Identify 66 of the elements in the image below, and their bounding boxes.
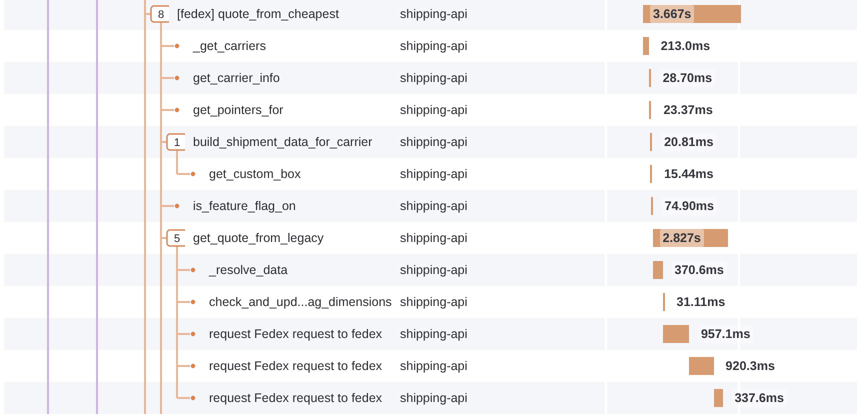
span-name[interactable]: [fedex] quote_from_cheapest	[177, 4, 339, 24]
leaf-dot-icon	[190, 172, 196, 176]
service-name: shipping-api	[400, 166, 468, 181]
duration-label: 337.6ms	[732, 389, 787, 407]
duration-bar	[643, 37, 649, 55]
service-name: shipping-api	[400, 294, 468, 309]
tree-lines-drawing	[144, 62, 174, 94]
span-name[interactable]: request Fedex request to fedex	[209, 324, 382, 344]
span-name[interactable]: build_shipment_data_for_carrier	[193, 132, 372, 152]
duration-label: 74.90ms	[662, 197, 717, 215]
leaf-dot-icon	[174, 76, 180, 80]
duration-bar	[663, 325, 689, 343]
leaf-dot-icon	[174, 108, 180, 112]
span-name[interactable]: get_carrier_info	[193, 68, 280, 88]
duration-bar	[662, 293, 665, 311]
leaf-dot-icon	[174, 204, 180, 208]
span-name[interactable]: is_feature_flag_on	[193, 196, 296, 216]
span-name[interactable]: _get_carriers	[193, 36, 266, 56]
duration-bar	[688, 357, 714, 375]
duration-bar	[650, 165, 652, 183]
service-name: shipping-api	[400, 326, 468, 341]
child-count-badge[interactable]: 5	[166, 229, 185, 247]
leaf-dot-icon	[190, 300, 196, 304]
service-name: shipping-api	[400, 358, 468, 373]
tree-lines-drawing	[144, 126, 178, 158]
service-name: shipping-api	[400, 198, 468, 213]
duration-bar	[648, 69, 651, 87]
span-name[interactable]: get_custom_box	[209, 164, 301, 184]
tree-lines-drawing	[144, 350, 190, 382]
tree-lines-drawing	[144, 382, 190, 414]
service-name: shipping-api	[400, 262, 468, 277]
duration-bar	[650, 133, 652, 151]
duration-bar	[714, 389, 723, 407]
span-name[interactable]: _resolve_data	[209, 260, 288, 280]
span-name[interactable]: request Fedex request to fedex	[209, 356, 382, 376]
leaf-dot-icon	[190, 364, 196, 368]
duration-label: 957.1ms	[698, 325, 754, 343]
tree-lines-drawing	[144, 318, 190, 350]
duration-label: 2.827s	[660, 229, 704, 247]
service-name: shipping-api	[400, 38, 468, 53]
child-count-badge[interactable]: 8	[150, 5, 169, 23]
duration-label: 3.667s	[650, 5, 694, 23]
duration-bar	[650, 197, 653, 215]
span-name[interactable]: get_quote_from_legacy	[193, 228, 324, 248]
tree-lines-drawing	[144, 254, 190, 286]
duration-label: 20.81ms	[661, 133, 716, 151]
span-name[interactable]: check_and_upd...ag_dimensions	[209, 292, 392, 312]
service-name: shipping-api	[400, 390, 468, 405]
leaf-dot-icon	[190, 396, 196, 400]
service-name: shipping-api	[400, 134, 468, 149]
duration-bar	[649, 101, 652, 119]
leaf-dot-icon	[190, 332, 196, 336]
service-name: shipping-api	[400, 70, 468, 85]
service-name: shipping-api	[400, 6, 468, 21]
child-count-badge[interactable]: 1	[166, 133, 185, 151]
span-name[interactable]: request Fedex request to fedex	[209, 388, 382, 408]
leaf-dot-icon	[190, 268, 196, 272]
duration-label: 370.6ms	[672, 261, 727, 279]
duration-label: 28.70ms	[660, 69, 716, 87]
tree-lines-drawing	[144, 94, 174, 126]
span-name[interactable]: get_pointers_for	[193, 100, 284, 120]
duration-bar	[652, 261, 663, 279]
service-name: shipping-api	[400, 230, 468, 245]
service-name: shipping-api	[400, 102, 468, 117]
tree-lines-drawing	[144, 286, 190, 318]
leaf-dot-icon	[174, 44, 180, 48]
